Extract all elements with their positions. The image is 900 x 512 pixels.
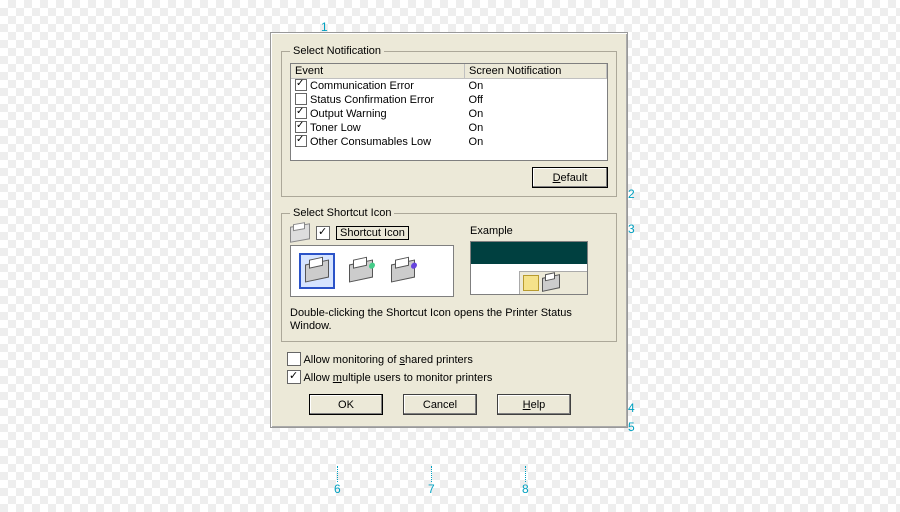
- printer-icon: [391, 259, 415, 282]
- shortcut-hint: Double-clicking the Shortcut Icon opens …: [290, 307, 608, 333]
- notification-list[interactable]: Event Screen Notification Communication …: [290, 63, 608, 161]
- allow-shared-row[interactable]: Allow monitoring of shared printers: [287, 352, 617, 366]
- icon-picker[interactable]: [290, 245, 454, 297]
- callout-5: 5: [628, 420, 635, 434]
- notification-event: Status Confirmation Error: [310, 94, 434, 106]
- notification-row[interactable]: Other Consumables Low On: [291, 135, 607, 149]
- allow-shared-checkbox[interactable]: [287, 352, 301, 366]
- notification-event: Other Consumables Low: [310, 136, 431, 148]
- callout-2: 2: [628, 187, 635, 201]
- help-button[interactable]: Help: [497, 394, 571, 415]
- notification-checkbox-icon[interactable]: [295, 107, 307, 119]
- printer-icon: [542, 274, 560, 292]
- notification-event: Output Warning: [310, 108, 387, 120]
- button-row: OK Cancel Help: [281, 394, 617, 415]
- notification-screen: On: [465, 135, 607, 149]
- select-notification-legend: Select Notification: [290, 45, 384, 57]
- select-notification-group: Select Notification Event Screen Notific…: [281, 45, 617, 197]
- shortcut-icon-label: Shortcut Icon: [336, 226, 409, 240]
- example-label: Example: [470, 225, 608, 237]
- allow-multiple-row[interactable]: Allow multiple users to monitor printers: [287, 370, 617, 384]
- callout-6: 6: [334, 482, 341, 496]
- allow-multiple-label: Allow multiple users to monitor printers: [303, 372, 492, 384]
- notification-event: Communication Error: [310, 80, 414, 92]
- ok-button[interactable]: OK: [309, 394, 383, 415]
- shortcut-icon-checkbox[interactable]: [316, 226, 330, 240]
- printer-icon: [290, 223, 310, 243]
- notification-screen: On: [465, 107, 607, 121]
- example-tray: [519, 271, 587, 294]
- notification-checkbox-icon[interactable]: [295, 93, 307, 105]
- allow-multiple-checkbox[interactable]: [287, 370, 301, 384]
- allow-shared-label: Allow monitoring of shared printers: [303, 354, 472, 366]
- callout-7-leader: [431, 466, 432, 482]
- cancel-button[interactable]: Cancel: [403, 394, 477, 415]
- printer-icon: [305, 259, 329, 282]
- notification-checkbox-icon[interactable]: [295, 135, 307, 147]
- callout-4: 4: [628, 401, 635, 415]
- notification-row[interactable]: Output Warning On: [291, 107, 607, 121]
- icon-option-2[interactable]: [345, 255, 377, 287]
- example-preview: [470, 241, 588, 295]
- select-shortcut-legend: Select Shortcut Icon: [290, 207, 394, 219]
- notification-header-screen[interactable]: Screen Notification: [465, 64, 607, 79]
- document-icon: [523, 275, 539, 291]
- example-titlebar: [471, 242, 587, 264]
- notification-row[interactable]: Toner Low On: [291, 121, 607, 135]
- printer-icon: [349, 259, 373, 282]
- callout-7: 7: [428, 482, 435, 496]
- dialog: Select Notification Event Screen Notific…: [270, 32, 628, 428]
- notification-header-row: Event Screen Notification: [291, 64, 607, 79]
- notification-screen: On: [465, 121, 607, 135]
- notification-row[interactable]: Status Confirmation Error Off: [291, 93, 607, 107]
- select-shortcut-group: Select Shortcut Icon Shortcut Icon Examp…: [281, 207, 617, 342]
- notification-screen: On: [465, 79, 607, 94]
- icon-option-3[interactable]: [387, 255, 419, 287]
- callout-8: 8: [522, 482, 529, 496]
- notification-checkbox-icon[interactable]: [295, 121, 307, 133]
- default-button[interactable]: Default: [532, 167, 608, 188]
- icon-option-1[interactable]: [299, 253, 335, 289]
- notification-screen: Off: [465, 93, 607, 107]
- callout-8-leader: [525, 466, 526, 482]
- notification-header-event[interactable]: Event: [291, 64, 465, 79]
- notification-checkbox-icon[interactable]: [295, 79, 307, 91]
- callout-6-leader: [337, 466, 338, 482]
- callout-3: 3: [628, 222, 635, 236]
- notification-event: Toner Low: [310, 122, 361, 134]
- notification-row[interactable]: Communication Error On: [291, 79, 607, 94]
